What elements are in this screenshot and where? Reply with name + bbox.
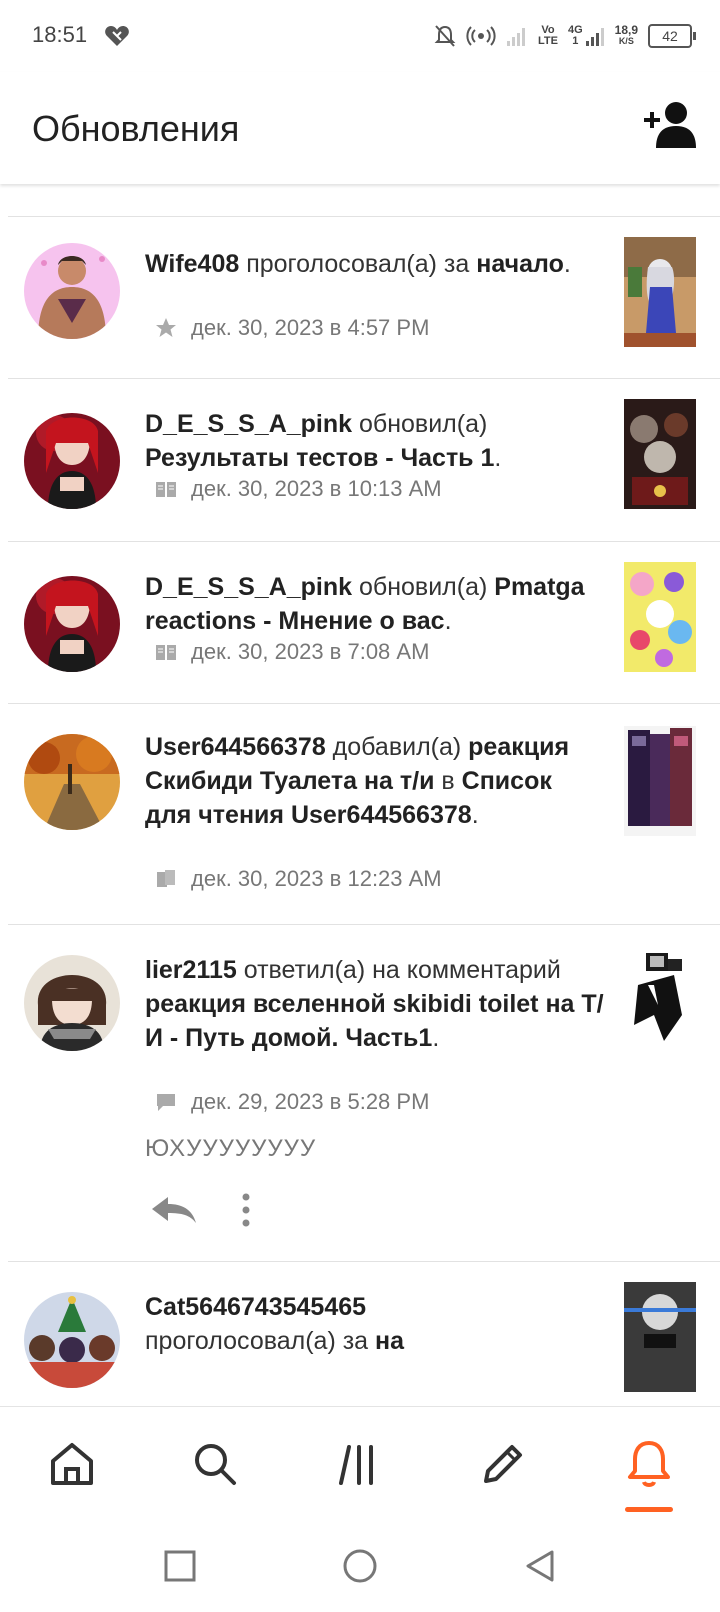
reply-icon[interactable] bbox=[150, 1195, 198, 1225]
story-cover[interactable] bbox=[624, 1282, 696, 1392]
bottom-navigation bbox=[0, 1406, 720, 1525]
book-icon bbox=[156, 645, 176, 660]
volte-label: Vo LTE bbox=[537, 24, 558, 47]
user-name: Wife408 bbox=[145, 250, 240, 278]
comment-icon bbox=[157, 1094, 175, 1111]
feed-text: User644566378 добавил(а) реакция Скибиди… bbox=[145, 733, 570, 829]
speed-label: 18,9 K/S bbox=[614, 23, 638, 46]
status-bar: 18:51 Vo LTE 4G 1 18,9 K/S 42 bbox=[0, 0, 720, 72]
book-icon bbox=[156, 482, 176, 497]
feed-meta: дек. 30, 2023 в 7:08 AM bbox=[155, 637, 429, 667]
timestamp: дек. 29, 2023 в 5:28 PM bbox=[191, 1089, 430, 1114]
story-link: реакция вселенной skibidi toilet на Т/И … bbox=[145, 990, 604, 1052]
timestamp: дек. 30, 2023 в 7:08 AM bbox=[191, 639, 430, 664]
story-link: на bbox=[375, 1327, 405, 1355]
feed-meta: дек. 30, 2023 в 10:13 AM bbox=[155, 474, 442, 504]
story-cover[interactable] bbox=[624, 562, 696, 672]
search-icon[interactable] bbox=[190, 1439, 240, 1489]
avatar[interactable] bbox=[24, 413, 120, 509]
story-cover[interactable] bbox=[624, 399, 696, 509]
feed-item[interactable]: D_E_S_S_A_pink обновил(а) Результаты тес… bbox=[0, 379, 720, 541]
battery-icon: 42 bbox=[648, 24, 696, 48]
timestamp: дек. 30, 2023 в 12:23 AM bbox=[191, 866, 442, 891]
active-tab-indicator bbox=[625, 1507, 673, 1512]
mute-bell-icon bbox=[434, 25, 456, 47]
status-icons: Vo LTE 4G 1 18,9 K/S 42 bbox=[434, 20, 696, 52]
user-name: D_E_S_S_A_pink bbox=[145, 573, 353, 601]
feed-text: Cat5646743545465 проголосовал(а) за на bbox=[145, 1293, 405, 1355]
story-link: начало bbox=[476, 250, 564, 278]
library-icon[interactable] bbox=[335, 1439, 385, 1489]
story-link: Результаты тестов - Часть 1 bbox=[145, 444, 495, 472]
feed-meta: дек. 29, 2023 в 5:28 PM bbox=[155, 1087, 429, 1117]
page-title: Обновления bbox=[32, 108, 240, 149]
story-cover[interactable] bbox=[624, 237, 696, 347]
reading-list-icon bbox=[157, 870, 175, 887]
updates-feed: Wife408 проголосовал(а) за начало. дек. … bbox=[0, 186, 720, 1406]
recents-icon[interactable] bbox=[162, 1548, 198, 1584]
feed-item[interactable]: User644566378 добавил(а) реакция Скибиди… bbox=[0, 704, 720, 930]
heart-icon bbox=[105, 26, 129, 46]
avatar[interactable] bbox=[24, 734, 120, 830]
add-user-button[interactable] bbox=[642, 100, 698, 150]
feed-text: D_E_S_S_A_pink обновил(а) Pmatga reactio… bbox=[145, 573, 585, 635]
system-navigation bbox=[0, 1524, 720, 1612]
feed-meta: дек. 30, 2023 в 4:57 PM bbox=[155, 313, 429, 343]
feed-text: D_E_S_S_A_pink обновил(а) Результаты тес… bbox=[145, 410, 502, 472]
user-name: lier2115 bbox=[145, 956, 237, 984]
feed-meta: дек. 30, 2023 в 12:23 AM bbox=[155, 864, 442, 894]
avatar[interactable] bbox=[24, 243, 120, 339]
network-label: 4G 1 bbox=[568, 25, 605, 47]
back-icon[interactable] bbox=[522, 1548, 558, 1584]
timestamp: дек. 30, 2023 в 4:57 PM bbox=[191, 315, 430, 340]
feed-text: lier2115 ответил(а) на комментарий реакц… bbox=[145, 956, 604, 1052]
avatar[interactable] bbox=[24, 955, 120, 1051]
story-cover[interactable] bbox=[624, 726, 696, 836]
signal-icon-2 bbox=[585, 28, 604, 46]
hotspot-icon bbox=[466, 26, 496, 46]
status-time: 18:51 bbox=[32, 22, 88, 47]
feed-item[interactable]: Cat5646743545465 проголосовал(а) за на bbox=[0, 1262, 720, 1406]
user-name: User644566378 bbox=[145, 733, 326, 761]
home-icon[interactable] bbox=[47, 1439, 97, 1489]
avatar[interactable] bbox=[24, 576, 120, 672]
story-cover[interactable] bbox=[624, 945, 696, 1055]
more-options-icon[interactable] bbox=[240, 1193, 252, 1227]
feed-item[interactable]: D_E_S_S_A_pink обновил(а) Pmatga reactio… bbox=[0, 542, 720, 704]
user-name: D_E_S_S_A_pink bbox=[145, 410, 353, 438]
timestamp: дек. 30, 2023 в 10:13 AM bbox=[191, 476, 442, 501]
comment-text: ЮХУУУУУУУУ bbox=[145, 1135, 317, 1162]
notifications-icon[interactable] bbox=[624, 1439, 674, 1489]
feed-item[interactable]: lier2115 ответил(а) на комментарий реакц… bbox=[0, 925, 720, 1261]
user-name: Cat5646743545465 bbox=[145, 1293, 367, 1321]
write-icon[interactable] bbox=[478, 1439, 528, 1489]
avatar[interactable] bbox=[24, 1292, 120, 1388]
home-circle-icon[interactable] bbox=[342, 1548, 378, 1584]
feed-text: Wife408 проголосовал(а) за начало. bbox=[145, 250, 571, 278]
app-header: Обновления bbox=[0, 72, 720, 184]
star-icon bbox=[156, 318, 176, 337]
signal-icon-1 bbox=[506, 28, 525, 46]
feed-item[interactable]: Wife408 проголосовал(а) за начало. дек. … bbox=[0, 217, 720, 379]
